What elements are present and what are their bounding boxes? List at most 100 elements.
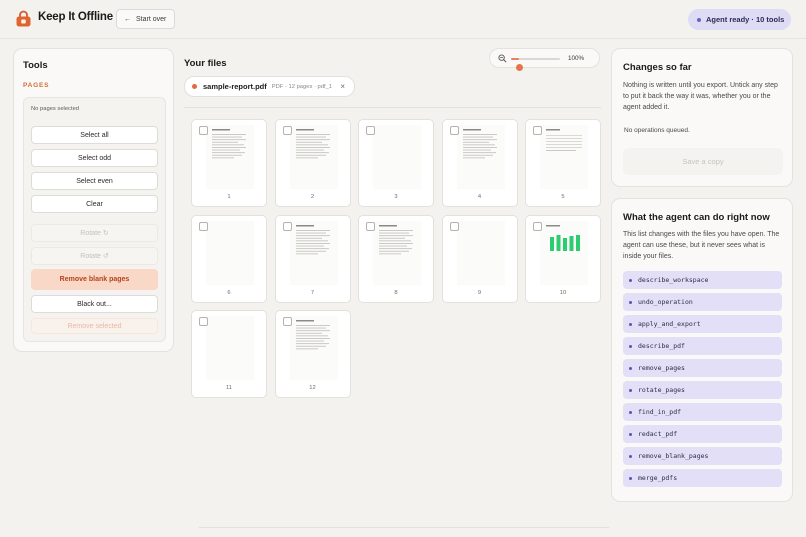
page-number: 4 <box>477 194 482 200</box>
agent-tools-panel: What the agent can do right now This lis… <box>611 198 793 502</box>
agent-tool-name: remove_blank_pages <box>638 452 709 460</box>
page-number: 3 <box>394 194 398 200</box>
page-number: 7 <box>310 289 315 296</box>
page-checkbox[interactable] <box>449 221 459 231</box>
agent-tool-name: merge_pdfs <box>638 474 678 482</box>
page-thumbnail[interactable]: 3 <box>358 119 434 207</box>
page-thumbnail[interactable]: 6 <box>191 214 267 303</box>
zoom-value: 100% <box>568 55 585 62</box>
agent-tool-name: describe_pdf <box>638 342 685 350</box>
page-checkbox[interactable] <box>282 221 292 231</box>
page-number: 9 <box>477 289 482 296</box>
agent-tools-description: This list changes with the files you hav… <box>623 231 780 261</box>
zoom-out-icon[interactable] <box>498 54 507 63</box>
agent-tool-item: merge_pdfs <box>623 469 782 487</box>
page-preview <box>206 220 254 285</box>
page-preview <box>540 220 588 285</box>
page-checkbox[interactable] <box>366 126 375 135</box>
rotate-counterclockwise-button[interactable]: Rotate ↺ <box>31 247 158 265</box>
page-preview <box>373 220 421 285</box>
page-checkbox[interactable] <box>199 221 208 231</box>
agent-tool-item: describe_workspace <box>623 271 782 289</box>
page-checkbox[interactable] <box>199 126 208 135</box>
agent-tool-name: apply_and_export <box>638 320 701 328</box>
page-number: 12 <box>309 385 316 391</box>
lock-logo-icon <box>16 10 31 27</box>
page-preview <box>456 125 505 189</box>
page-thumbnail[interactable]: 11 <box>191 310 267 398</box>
page-checkbox[interactable] <box>533 126 542 135</box>
file-meta: PDF · 12 pages · pdf_1 <box>271 83 333 90</box>
bullet-icon <box>629 410 632 414</box>
agent-tool-item: remove_blank_pages <box>623 447 782 465</box>
zoom-slider[interactable] <box>511 58 560 71</box>
changes-description: Nothing is written until you export. Unt… <box>623 82 778 112</box>
page-thumbnail[interactable]: 8 <box>358 214 434 303</box>
page-preview <box>206 125 254 189</box>
page-number: 2 <box>310 194 315 200</box>
pages-tools-box: No pages selected Select all Select odd … <box>23 97 166 342</box>
agent-tool-item: find_in_pdf <box>623 403 782 421</box>
page-preview <box>206 316 254 380</box>
selection-count: No pages selected <box>31 106 80 112</box>
page-checkbox[interactable] <box>366 221 375 231</box>
remove-selected-button[interactable]: Remove selected <box>31 318 158 334</box>
page-checkbox[interactable] <box>282 126 292 135</box>
page-checkbox[interactable] <box>449 126 459 135</box>
agent-tool-item: apply_and_export <box>623 315 782 333</box>
files-title: Your files <box>184 58 227 69</box>
page-number: 8 <box>394 289 398 296</box>
page-preview <box>373 125 421 189</box>
changes-title: Changes so far <box>623 62 692 73</box>
page-thumbnail[interactable]: 4 <box>441 119 518 207</box>
rotate-clockwise-button[interactable]: Rotate ↻ <box>31 224 158 242</box>
bullet-icon <box>629 322 632 326</box>
agent-tool-name: rotate_pages <box>638 386 685 394</box>
file-tab[interactable]: sample-report.pdf PDF · 12 pages · pdf_1… <box>184 76 355 97</box>
page-checkbox[interactable] <box>199 317 208 326</box>
agent-status-dot-icon <box>697 17 701 22</box>
page-thumbnail[interactable]: 5 <box>525 119 601 207</box>
changes-panel: Changes so far Nothing is written until … <box>611 48 793 187</box>
divider <box>199 527 609 528</box>
page-thumbnail[interactable]: 1 <box>191 119 267 207</box>
start-over-button[interactable]: ← Start over <box>116 9 175 29</box>
page-preview <box>289 220 338 285</box>
arrow-left-icon: ← <box>124 15 131 23</box>
close-icon[interactable]: × <box>340 82 345 91</box>
page-checkbox[interactable] <box>533 221 542 231</box>
select-odd-button[interactable]: Select odd <box>31 149 158 167</box>
bullet-icon <box>629 366 632 370</box>
page-thumbnail[interactable]: 9 <box>441 214 518 303</box>
tools-title: Tools <box>23 60 48 71</box>
page-thumbnail[interactable]: 12 <box>274 310 351 398</box>
bullet-icon <box>629 454 632 458</box>
page-thumbnail[interactable]: 7 <box>274 214 351 303</box>
remove-blank-pages-button[interactable]: Remove blank pages <box>31 269 158 290</box>
tools-panel: Tools PAGES No pages selected Select all… <box>13 48 174 352</box>
clear-selection-button[interactable]: Clear <box>31 195 158 213</box>
page-number: 5 <box>561 194 565 200</box>
bullet-icon <box>629 344 632 348</box>
page-thumbnail[interactable]: 2 <box>274 119 351 207</box>
agent-status-badge: Agent ready · 10 tools <box>688 9 791 30</box>
save-copy-button[interactable]: Save a copy <box>623 148 783 175</box>
page-preview <box>540 125 588 189</box>
agent-status-label: Agent ready · 10 tools <box>706 15 785 24</box>
page-preview <box>456 220 505 285</box>
black-out-button[interactable]: Black out... <box>31 295 158 313</box>
agent-tool-name: find_in_pdf <box>638 408 682 416</box>
agent-tool-name: remove_pages <box>638 364 685 372</box>
page-checkbox[interactable] <box>282 317 292 326</box>
app-title: Keep It Offline <box>38 11 113 23</box>
zoom-slider-handle[interactable] <box>515 64 523 71</box>
select-all-button[interactable]: Select all <box>31 126 158 144</box>
zoom-slider-fill <box>511 58 520 60</box>
pages-section-label: PAGES <box>23 82 50 89</box>
page-thumbnail[interactable]: 10 <box>525 214 601 303</box>
page-number: 6 <box>227 289 231 296</box>
agent-tool-name: redact_pdf <box>638 430 678 438</box>
select-even-button[interactable]: Select even <box>31 172 158 190</box>
page-number: 10 <box>559 289 567 296</box>
agent-tool-name: describe_workspace <box>638 276 709 284</box>
